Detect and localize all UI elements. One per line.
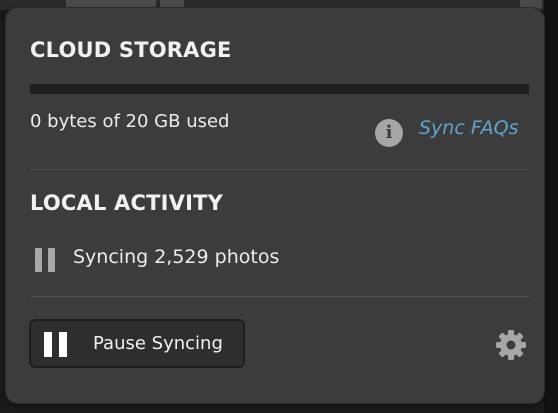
background-edge	[544, 0, 558, 413]
sync-status-popover: CLOUD STORAGE 0 bytes of 20 GB used i Sy…	[6, 8, 544, 403]
pause-icon	[35, 248, 55, 272]
storage-usage-bar	[30, 84, 529, 94]
sync-faqs-link[interactable]: Sync FAQs	[419, 117, 519, 139]
pause-syncing-button[interactable]: Pause Syncing	[29, 319, 245, 368]
cloud-storage-title: CLOUD STORAGE	[30, 38, 232, 62]
pause-syncing-label: Pause Syncing	[93, 333, 223, 354]
pause-icon	[44, 332, 68, 357]
section-divider	[30, 169, 529, 170]
gear-icon[interactable]	[494, 328, 528, 362]
local-activity-title: LOCAL ACTIVITY	[30, 191, 224, 215]
storage-usage-text: 0 bytes of 20 GB used	[30, 111, 230, 132]
sync-status-text: Syncing 2,529 photos	[73, 246, 280, 268]
section-divider	[30, 296, 529, 297]
info-icon[interactable]: i	[375, 119, 403, 147]
